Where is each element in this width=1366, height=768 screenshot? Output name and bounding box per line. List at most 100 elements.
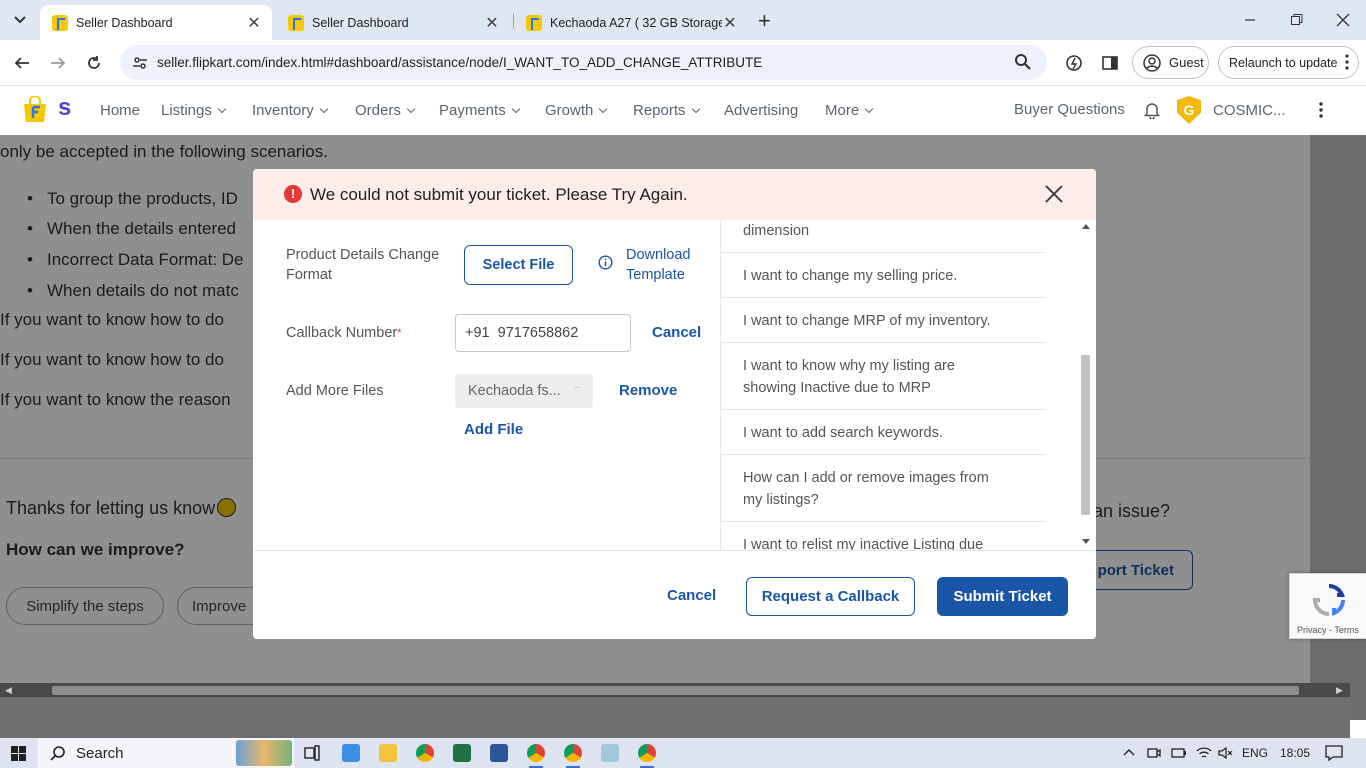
nav-label: Orders [355,102,401,119]
scroll-right-icon[interactable]: ▶ [1336,685,1343,696]
battery-icon[interactable] [1171,746,1187,760]
this-pc-app-icon[interactable] [342,744,360,762]
excel-app-icon[interactable] [453,744,471,762]
remove-file-link[interactable]: Remove [619,382,677,399]
close-modal-icon[interactable] [1045,185,1063,203]
volume-muted-icon[interactable] [1218,746,1234,760]
nav-home[interactable]: Home [100,102,140,119]
meet-now-icon[interactable] [1147,746,1161,760]
nav-more[interactable]: More [825,102,874,119]
reload-icon[interactable] [83,52,105,74]
side-panel-icon[interactable] [1099,52,1121,74]
notification-bell-icon[interactable] [1144,101,1160,119]
notifications-center-icon[interactable] [1325,745,1343,761]
scroll-left-icon[interactable]: ◀ [5,685,12,696]
site-info-icon[interactable] [132,55,148,71]
back-arrow-icon[interactable] [11,52,33,74]
new-tab-icon[interactable]: + [758,8,771,34]
nav-reports[interactable]: Reports [633,102,700,119]
close-tab-icon[interactable]: ✕ [484,13,500,33]
list-item[interactable]: I want to know why my listing are showin… [721,343,1046,410]
nav-inventory[interactable]: Inventory [252,102,328,119]
windows-start-icon[interactable] [11,746,26,761]
error-message: We could not submit your ticket. Please … [310,185,688,204]
info-icon[interactable] [598,255,613,270]
list-item[interactable]: dimension [721,220,1046,253]
error-banner: ! We could not submit your ticket. Pleas… [253,169,1096,220]
submit-ticket-button[interactable]: Submit Ticket [937,577,1068,616]
list-item[interactable]: I want to relist my inactive Listing due [721,522,1046,550]
nav-listings[interactable]: Listings [161,102,227,119]
nav-payments[interactable]: Payments [439,102,520,119]
scroll-down-icon[interactable] [1082,539,1090,544]
close-window-icon[interactable] [1336,13,1350,27]
guest-profile-button[interactable]: Guest [1132,46,1209,79]
recaptcha-badge[interactable]: Privacy - Terms [1289,573,1366,639]
nav-label: Inventory [252,102,314,119]
account-name[interactable]: COSMIC... [1213,102,1286,119]
nav-growth[interactable]: Growth [545,102,608,119]
account-badge-avatar[interactable]: G [1177,96,1201,124]
file-chip-dismiss-icon[interactable]: ·· [574,382,581,393]
list-scroll-thumb[interactable] [1081,355,1090,515]
minimize-window-icon[interactable] [1243,10,1257,24]
task-view-icon[interactable] [304,745,320,761]
browser-tab-strip: Seller Dashboard ✕ Seller Dashboard ✕ Ke… [0,0,1366,40]
chevron-down-icon [864,104,874,114]
restore-window-icon[interactable] [1290,13,1304,27]
notepad-app-icon[interactable] [601,744,619,762]
flipkart-logo-icon[interactable] [22,96,48,124]
extension-speed-icon[interactable] [1063,52,1085,74]
chrome-window-icon[interactable] [638,744,656,762]
download-template-link[interactable]: Download Template [626,245,706,285]
close-tab-icon[interactable]: ✕ [246,13,262,33]
word-app-icon[interactable] [490,744,508,762]
chrome-window-icon[interactable] [527,744,545,762]
browser-menu-icon[interactable] [1345,54,1349,70]
relaunch-to-update-button[interactable]: Relaunch to update [1218,46,1359,79]
taskbar-search-box[interactable]: Search [38,738,294,768]
cancel-callback-edit-link[interactable]: Cancel [652,324,701,341]
cancel-button[interactable]: Cancel [667,587,716,604]
seller-logo-letter[interactable]: s [58,94,71,122]
file-explorer-app-icon[interactable] [379,744,397,762]
request-callback-label: Request a Callback [761,588,900,605]
list-item[interactable]: I want to change my selling price. [721,253,1046,298]
callback-number-field[interactable]: +91 9717658862 [455,314,631,352]
nav-orders[interactable]: Orders [355,102,416,119]
recaptcha-privacy-terms[interactable]: Privacy - Terms [1297,625,1359,635]
nav-label: Advertising [724,102,799,119]
list-item[interactable]: How can I add or remove images from my l… [721,455,1046,522]
input-language-indicator[interactable]: ENG [1242,746,1268,760]
site-menu-kebab-icon[interactable] [1319,102,1323,118]
list-scrollbar[interactable] [1078,220,1092,550]
submit-ticket-label: Submit Ticket [953,588,1052,605]
scroll-up-icon[interactable] [1082,224,1090,229]
tab-seller-dashboard-2[interactable]: Seller Dashboard ✕ [276,5,510,40]
select-file-button[interactable]: Select File [464,245,573,285]
tab-seller-dashboard-1[interactable]: Seller Dashboard ✕ [40,5,272,40]
show-hidden-icons-icon[interactable] [1123,748,1135,756]
url-text[interactable]: seller.flipkart.com/index.html#dashboard… [157,55,762,70]
required-asterisk: * [397,327,402,339]
tab-search-dropdown-icon[interactable] [9,9,31,31]
address-bar[interactable]: seller.flipkart.com/index.html#dashboard… [120,45,1047,80]
forward-arrow-icon[interactable] [47,52,69,74]
chrome-window-icon[interactable] [564,744,582,762]
flipkart-favicon-icon [52,14,68,31]
zoom-search-icon[interactable] [1015,54,1031,70]
close-tab-icon[interactable]: ✕ [722,13,738,33]
nav-label: Growth [545,102,594,119]
page-horizontal-scrollbar[interactable]: ◀ ▶ [0,683,1350,697]
add-file-link[interactable]: Add File [464,421,523,438]
system-clock[interactable]: 18:05 [1280,746,1310,760]
horizontal-scroll-thumb[interactable] [52,686,1299,695]
request-callback-button[interactable]: Request a Callback [746,577,915,616]
chrome-app-icon[interactable] [416,744,434,762]
list-item[interactable]: I want to add search keywords. [721,410,1046,455]
list-item[interactable]: I want to change MRP of my inventory. [721,298,1046,343]
nav-advertising[interactable]: Advertising [724,102,798,119]
tab-kechaoda-product[interactable]: Kechaoda A27 ( 32 GB Storage, ✕ [514,5,748,40]
buyer-questions-link[interactable]: Buyer Questions [1014,101,1125,118]
wifi-icon[interactable] [1196,746,1212,760]
